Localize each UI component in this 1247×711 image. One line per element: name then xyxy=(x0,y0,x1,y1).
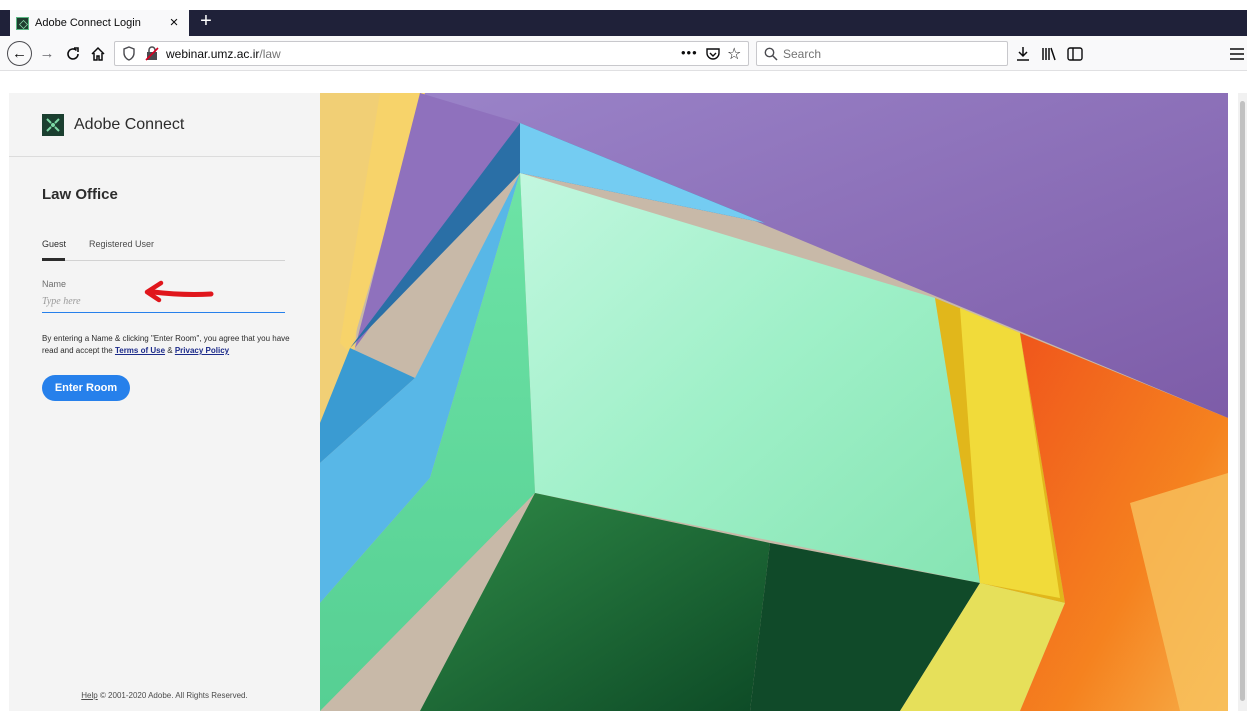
home-icon xyxy=(91,46,105,61)
search-icon xyxy=(764,47,778,61)
forward-button[interactable]: → xyxy=(38,43,56,65)
insecure-lock-icon[interactable] xyxy=(145,46,159,61)
browser-tab[interactable]: Adobe Connect Login × xyxy=(10,10,189,36)
brand-header: Adobe Connect xyxy=(9,93,320,157)
adobe-connect-favicon-icon xyxy=(16,16,29,30)
search-bar[interactable] xyxy=(756,41,1008,66)
home-button[interactable] xyxy=(88,43,108,65)
page-actions-button[interactable]: ••• xyxy=(681,45,698,60)
url-host: webinar.umz.ac.ir xyxy=(166,47,260,61)
hero-illustration xyxy=(320,93,1228,711)
active-tab-indicator xyxy=(42,258,65,261)
back-button[interactable]: ← xyxy=(7,41,32,66)
url-text[interactable]: webinar.umz.ac.ir/law xyxy=(166,47,281,61)
new-tab-button[interactable]: + xyxy=(196,10,216,34)
reload-icon xyxy=(67,47,79,60)
adobe-connect-logo-icon xyxy=(42,114,64,136)
brand-name: Adobe Connect xyxy=(74,116,185,133)
enter-room-button[interactable]: Enter Room xyxy=(42,375,130,401)
footer: Help © 2001-2020 Adobe. All Rights Reser… xyxy=(9,691,320,700)
room-title: Law Office xyxy=(42,186,118,203)
tab-guest[interactable]: Guest xyxy=(42,239,66,257)
url-bar[interactable]: webinar.umz.ac.ir/law ••• ☆ xyxy=(114,41,749,66)
library-icon[interactable] xyxy=(1040,45,1058,63)
agreement-text: By entering a Name & clicking "Enter Roo… xyxy=(42,333,292,357)
tab-title: Adobe Connect Login xyxy=(35,17,141,29)
search-input[interactable] xyxy=(783,46,1003,62)
terms-of-use-link[interactable]: Terms of Use xyxy=(115,346,165,355)
privacy-policy-link[interactable]: Privacy Policy xyxy=(175,346,229,355)
download-icon[interactable] xyxy=(1014,45,1032,63)
sidebar-icon[interactable] xyxy=(1066,45,1084,63)
star-icon[interactable]: ☆ xyxy=(727,44,741,64)
tab-close-icon[interactable]: × xyxy=(165,14,183,32)
menu-icon[interactable] xyxy=(1228,45,1246,63)
nav-toolbar: ← → webinar.umz.ac.ir/law ••• ☆ xyxy=(0,36,1247,71)
tab-registered-user[interactable]: Registered User xyxy=(89,239,154,249)
window-top-edge xyxy=(0,0,1247,10)
name-label: Name xyxy=(42,279,67,289)
login-tabs: Guest Registered User xyxy=(42,239,285,261)
help-link[interactable]: Help xyxy=(81,691,97,700)
reload-button[interactable] xyxy=(64,43,82,65)
url-path: /law xyxy=(259,47,281,61)
agreement-and: & xyxy=(165,346,175,355)
page-scrollbar-thumb[interactable] xyxy=(1240,101,1245,701)
copyright-text: © 2001-2020 Adobe. All Rights Reserved. xyxy=(97,691,248,700)
red-arrow-annotation xyxy=(144,280,214,303)
pocket-icon[interactable] xyxy=(705,46,721,62)
shield-icon[interactable] xyxy=(123,46,135,61)
page-viewport: Adobe Connect Law Office Guest Registere… xyxy=(0,71,1247,711)
login-panel: Adobe Connect Law Office Guest Registere… xyxy=(9,93,320,711)
